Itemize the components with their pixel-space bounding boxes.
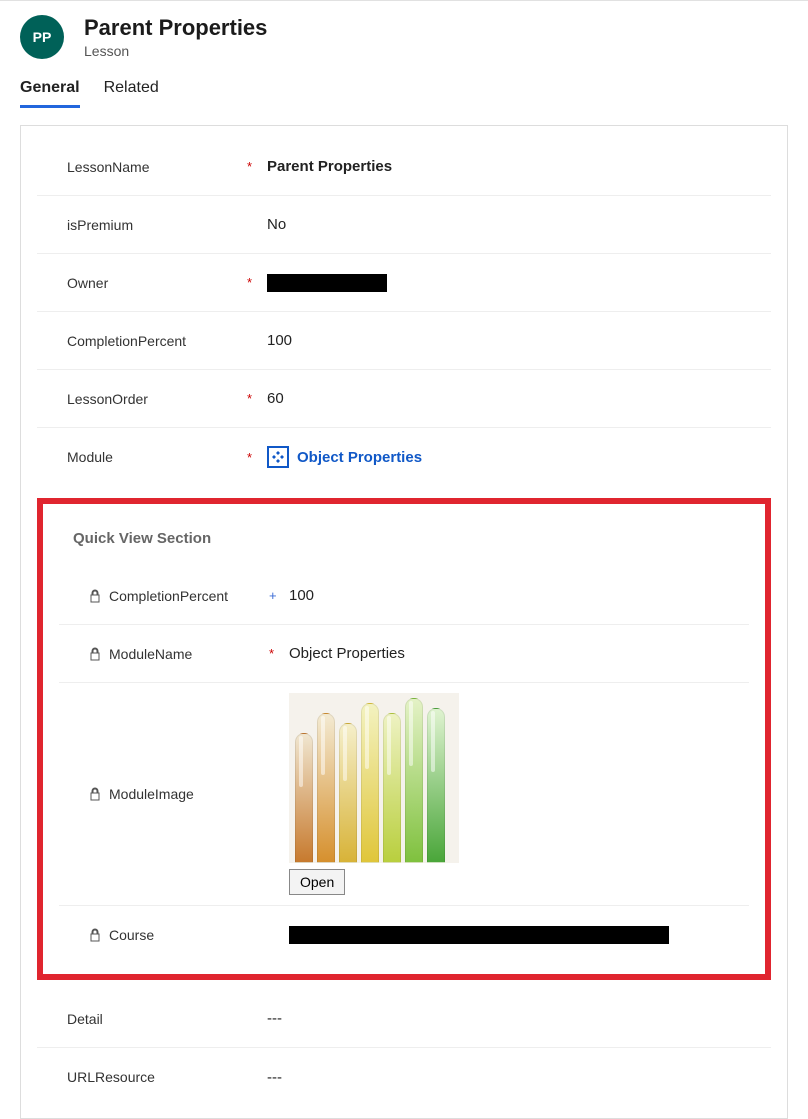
required-mark: * [269,646,289,661]
redacted-value [267,274,387,292]
field-label: LessonOrder [67,391,247,407]
field-lesson-name[interactable]: LessonName * Parent Properties [37,138,771,196]
field-label: Detail [67,1011,247,1027]
module-lookup-link[interactable]: Object Properties [267,446,422,468]
field-value: No [267,216,741,233]
recommended-mark: + [269,588,289,603]
redacted-value [289,926,669,944]
field-is-premium[interactable]: isPremium No [37,196,771,254]
field-value: 100 [267,332,741,349]
qv-completion-percent: CompletionPercent + 100 [59,567,749,625]
field-value: Parent Properties [267,158,741,175]
field-label: ModuleName [89,646,269,662]
entity-type: Lesson [84,43,267,59]
field-owner[interactable]: Owner * [37,254,771,312]
field-value [289,926,719,944]
form-panel: LessonName * Parent Properties isPremium… [20,125,788,1119]
field-label: Course [89,927,269,943]
lock-icon [89,647,101,661]
field-value: Object Properties [289,645,719,662]
field-label: Owner [67,275,247,291]
tab-bar: General Related [0,67,808,109]
quick-view-highlight: Quick View Section CompletionPercent + 1… [37,498,771,980]
avatar: PP [20,15,64,59]
field-completion-percent[interactable]: CompletionPercent 100 [37,312,771,370]
tab-related[interactable]: Related [104,79,159,108]
field-label: ModuleImage [89,786,269,802]
required-mark: * [247,391,267,406]
field-label: CompletionPercent [89,588,269,604]
field-label: Module [67,449,247,465]
required-mark: * [247,450,267,465]
lock-icon [89,589,101,603]
required-mark: * [247,159,267,174]
qv-course: Course [59,906,749,964]
field-detail[interactable]: Detail --- [37,990,771,1048]
lock-icon [89,787,101,801]
required-mark: * [247,275,267,290]
field-value: Open [289,683,719,905]
tab-general[interactable]: General [20,79,80,108]
open-image-button[interactable]: Open [289,869,345,895]
field-lesson-order[interactable]: LessonOrder * 60 [37,370,771,428]
page-title: Parent Properties [84,15,267,41]
module-link-text: Object Properties [297,449,422,466]
field-value [267,274,741,292]
field-url-resource[interactable]: URLResource --- [37,1048,771,1106]
field-label: URLResource [67,1069,247,1085]
lock-icon [89,928,101,942]
entity-icon [267,446,289,468]
field-value: 100 [289,587,719,604]
field-label: isPremium [67,217,247,233]
qv-module-name: ModuleName * Object Properties [59,625,749,683]
module-image-thumb[interactable] [289,693,459,863]
field-value: --- [267,1010,741,1027]
field-label: CompletionPercent [67,333,247,349]
field-value: --- [267,1069,741,1086]
field-module[interactable]: Module * Object Properties [37,428,771,486]
quick-view-title: Quick View Section [43,514,765,567]
qv-module-image: ModuleImage Open [59,683,749,906]
field-value: 60 [267,390,741,407]
field-value: Object Properties [267,446,741,468]
field-label: LessonName [67,159,247,175]
